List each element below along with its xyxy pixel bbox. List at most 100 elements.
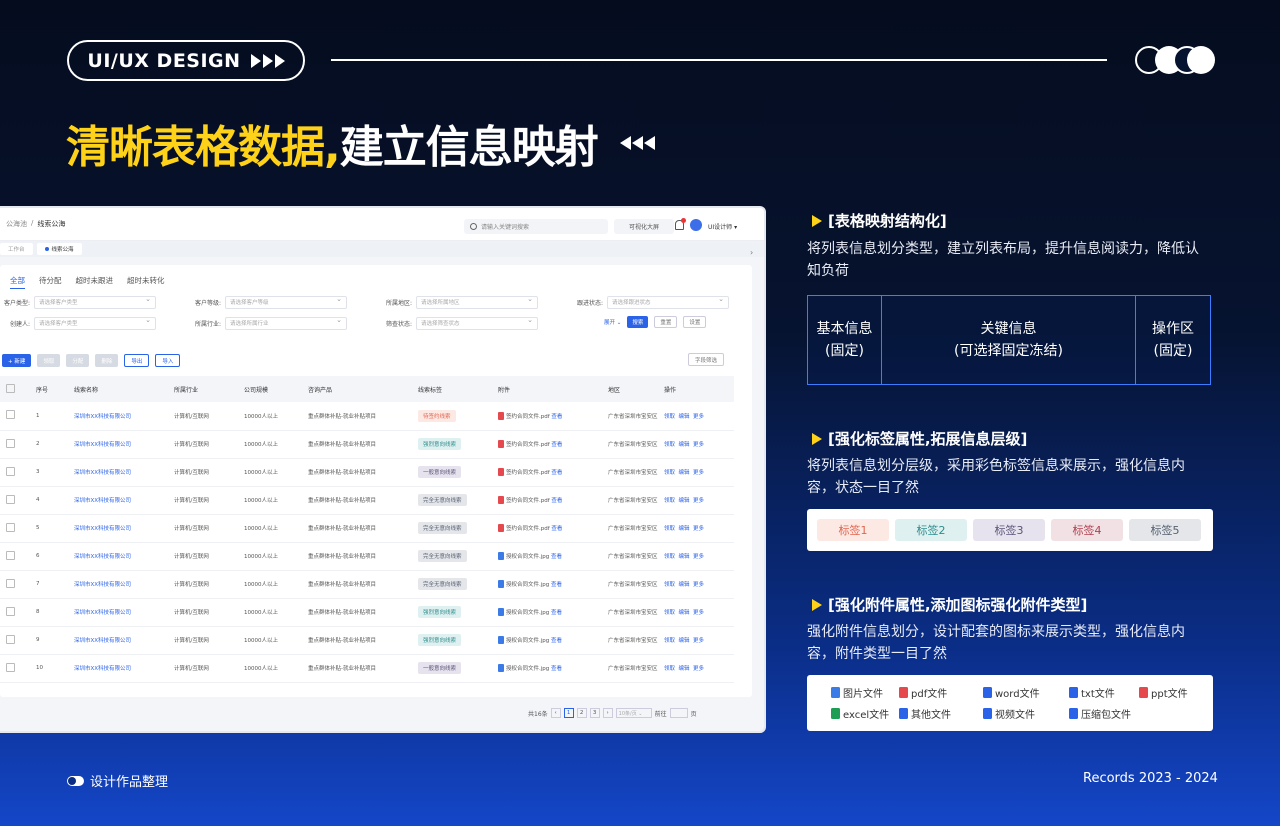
column-filter-button[interactable]: 字段筛选: [688, 353, 725, 366]
edit-link[interactable]: 编辑: [679, 582, 690, 588]
tab-unassigned[interactable]: 待分配: [39, 275, 62, 289]
tab-overdue-convert[interactable]: 超时未转化: [127, 275, 165, 289]
more-link[interactable]: 更多: [693, 554, 704, 560]
view-link[interactable]: 查看: [551, 666, 562, 672]
select-field[interactable]: 请选择筛查状态: [416, 316, 538, 330]
claim-link[interactable]: 领取: [664, 498, 675, 504]
clue-name-link[interactable]: 深圳市XX科技有限公司: [68, 654, 168, 683]
row-checkbox[interactable]: [0, 598, 30, 627]
table-row[interactable]: 8 深圳市XX科技有限公司 计算机/互联网 10000人以上 重点群体补贴-就业补贴项目…: [0, 598, 734, 627]
row-checkbox[interactable]: [0, 626, 30, 655]
edit-link[interactable]: 编辑: [679, 610, 690, 616]
claim-link[interactable]: 领取: [664, 442, 675, 448]
attachment-name[interactable]: 授权合同文件.jpg: [506, 666, 549, 672]
table-row[interactable]: 4 深圳市XX科技有限公司 计算机/互联网 10000人以上 重点群体补贴-就业补贴项目…: [0, 486, 734, 515]
pager-next[interactable]: ›: [602, 708, 613, 718]
row-checkbox[interactable]: [0, 654, 30, 683]
attachment-name[interactable]: 签约合同文件.pdf: [506, 414, 550, 420]
breadcrumb-item[interactable]: 公海池: [6, 219, 27, 229]
clue-name-link[interactable]: 深圳市XX科技有限公司: [68, 598, 168, 627]
edit-link[interactable]: 编辑: [679, 470, 690, 476]
table-row[interactable]: 1 深圳市XX科技有限公司 计算机/互联网 10000人以上 重点群体补贴-就业补贴项目…: [0, 402, 734, 431]
attachment-name[interactable]: 签约合同文件.pdf: [506, 470, 550, 476]
pager-page[interactable]: 2: [576, 708, 587, 718]
row-checkbox[interactable]: [0, 514, 30, 543]
table-row[interactable]: 3 深圳市XX科技有限公司 计算机/互联网 10000人以上 重点群体补贴-就业补贴项目…: [0, 458, 734, 487]
col-header[interactable]: 附件: [492, 376, 602, 402]
more-link[interactable]: 更多: [693, 414, 704, 420]
claim-link[interactable]: 领取: [664, 470, 675, 476]
view-link[interactable]: 查看: [551, 470, 562, 476]
clue-name-link[interactable]: 深圳市XX科技有限公司: [68, 458, 168, 487]
tab-all[interactable]: 全部: [10, 275, 25, 289]
view-link[interactable]: 查看: [551, 414, 562, 420]
edit-link[interactable]: 编辑: [679, 442, 690, 448]
tab-workbench[interactable]: 工作台: [0, 243, 33, 255]
pager-jump-input[interactable]: [669, 708, 688, 718]
more-link[interactable]: 更多: [693, 442, 704, 448]
view-link[interactable]: 查看: [551, 610, 562, 616]
table-row[interactable]: 2 深圳市XX科技有限公司 计算机/互联网 10000人以上 重点群体补贴-就业补贴项目…: [0, 430, 734, 459]
col-header[interactable]: 咨询产品: [302, 376, 412, 402]
more-link[interactable]: 更多: [693, 638, 704, 644]
edit-link[interactable]: 编辑: [679, 666, 690, 672]
more-link[interactable]: 更多: [693, 666, 704, 672]
pager-page[interactable]: 1: [563, 708, 574, 718]
view-link[interactable]: 查看: [551, 526, 562, 532]
expand-button[interactable]: 展开 ⌄: [604, 318, 621, 326]
attachment-name[interactable]: 授权合同文件.jpg: [506, 638, 549, 644]
clue-name-link[interactable]: 深圳市XX科技有限公司: [68, 626, 168, 655]
view-link[interactable]: 查看: [551, 554, 562, 560]
claim-link[interactable]: 领取: [664, 638, 675, 644]
col-header[interactable]: 线索名称: [68, 376, 168, 402]
tab-overdue-follow[interactable]: 超时未跟进: [76, 275, 114, 289]
more-link[interactable]: 更多: [693, 582, 704, 588]
claim-link[interactable]: 领取: [664, 610, 675, 616]
view-link[interactable]: 查看: [551, 498, 562, 504]
chevron-right-icon[interactable]: ›: [750, 248, 753, 257]
pager-prev[interactable]: ‹: [550, 708, 561, 718]
clue-name-link[interactable]: 深圳市XX科技有限公司: [68, 402, 168, 431]
attachment-name[interactable]: 签约合同文件.pdf: [506, 442, 550, 448]
claim-link[interactable]: 领取: [664, 526, 675, 532]
edit-link[interactable]: 编辑: [679, 638, 690, 644]
claim-link[interactable]: 领取: [664, 582, 675, 588]
row-checkbox[interactable]: [0, 430, 30, 459]
clue-name-link[interactable]: 深圳市XX科技有限公司: [68, 430, 168, 459]
table-row[interactable]: 7 深圳市XX科技有限公司 计算机/互联网 10000人以上 重点群体补贴-就业补贴项目…: [0, 570, 734, 599]
select-field[interactable]: 请选择客户等级: [225, 295, 347, 309]
settings-button[interactable]: 设置: [683, 316, 707, 328]
page-size-select[interactable]: 10条/页 ⌄: [615, 708, 652, 718]
col-header[interactable]: 所属行业: [168, 376, 238, 402]
col-header[interactable]: 线索标签: [412, 376, 492, 402]
tab-clue-pool[interactable]: 线索公海: [36, 243, 82, 255]
table-row[interactable]: 6 深圳市XX科技有限公司 计算机/互联网 10000人以上 重点群体补贴-就业补贴项目…: [0, 542, 734, 571]
attachment-name[interactable]: 授权合同文件.jpg: [506, 582, 549, 588]
attachment-name[interactable]: 授权合同文件.jpg: [506, 610, 549, 616]
new-button[interactable]: + 新建: [2, 354, 32, 367]
col-header[interactable]: 地区: [602, 376, 658, 402]
view-link[interactable]: 查看: [551, 638, 562, 644]
edit-link[interactable]: 编辑: [679, 498, 690, 504]
row-checkbox[interactable]: [0, 402, 30, 431]
select-field[interactable]: 请选择所属地区: [416, 295, 538, 309]
clue-name-link[interactable]: 深圳市XX科技有限公司: [68, 514, 168, 543]
claim-link[interactable]: 领取: [664, 414, 675, 420]
select-field[interactable]: 请选择所属行业: [225, 316, 347, 330]
edit-link[interactable]: 编辑: [679, 526, 690, 532]
search-input[interactable]: 请输入关键词搜索: [464, 219, 608, 234]
import-button[interactable]: 导入: [155, 354, 181, 367]
claim-link[interactable]: 领取: [664, 666, 675, 672]
select-field[interactable]: 请选择跟进状态: [607, 295, 729, 309]
more-link[interactable]: 更多: [693, 498, 704, 504]
bigscreen-button[interactable]: 可视化大屏: [614, 219, 674, 234]
edit-link[interactable]: 编辑: [679, 554, 690, 560]
row-checkbox[interactable]: [0, 570, 30, 599]
select-field[interactable]: 请选择客户类型: [34, 295, 156, 309]
table-row[interactable]: 9 深圳市XX科技有限公司 计算机/互联网 10000人以上 重点群体补贴-就业补贴项目…: [0, 626, 734, 655]
view-link[interactable]: 查看: [551, 442, 562, 448]
attachment-name[interactable]: 签约合同文件.pdf: [506, 498, 550, 504]
delete-button[interactable]: 删除: [95, 354, 119, 367]
select-field[interactable]: 请选择客户类型: [34, 316, 156, 330]
pager-page[interactable]: 3: [589, 708, 600, 718]
